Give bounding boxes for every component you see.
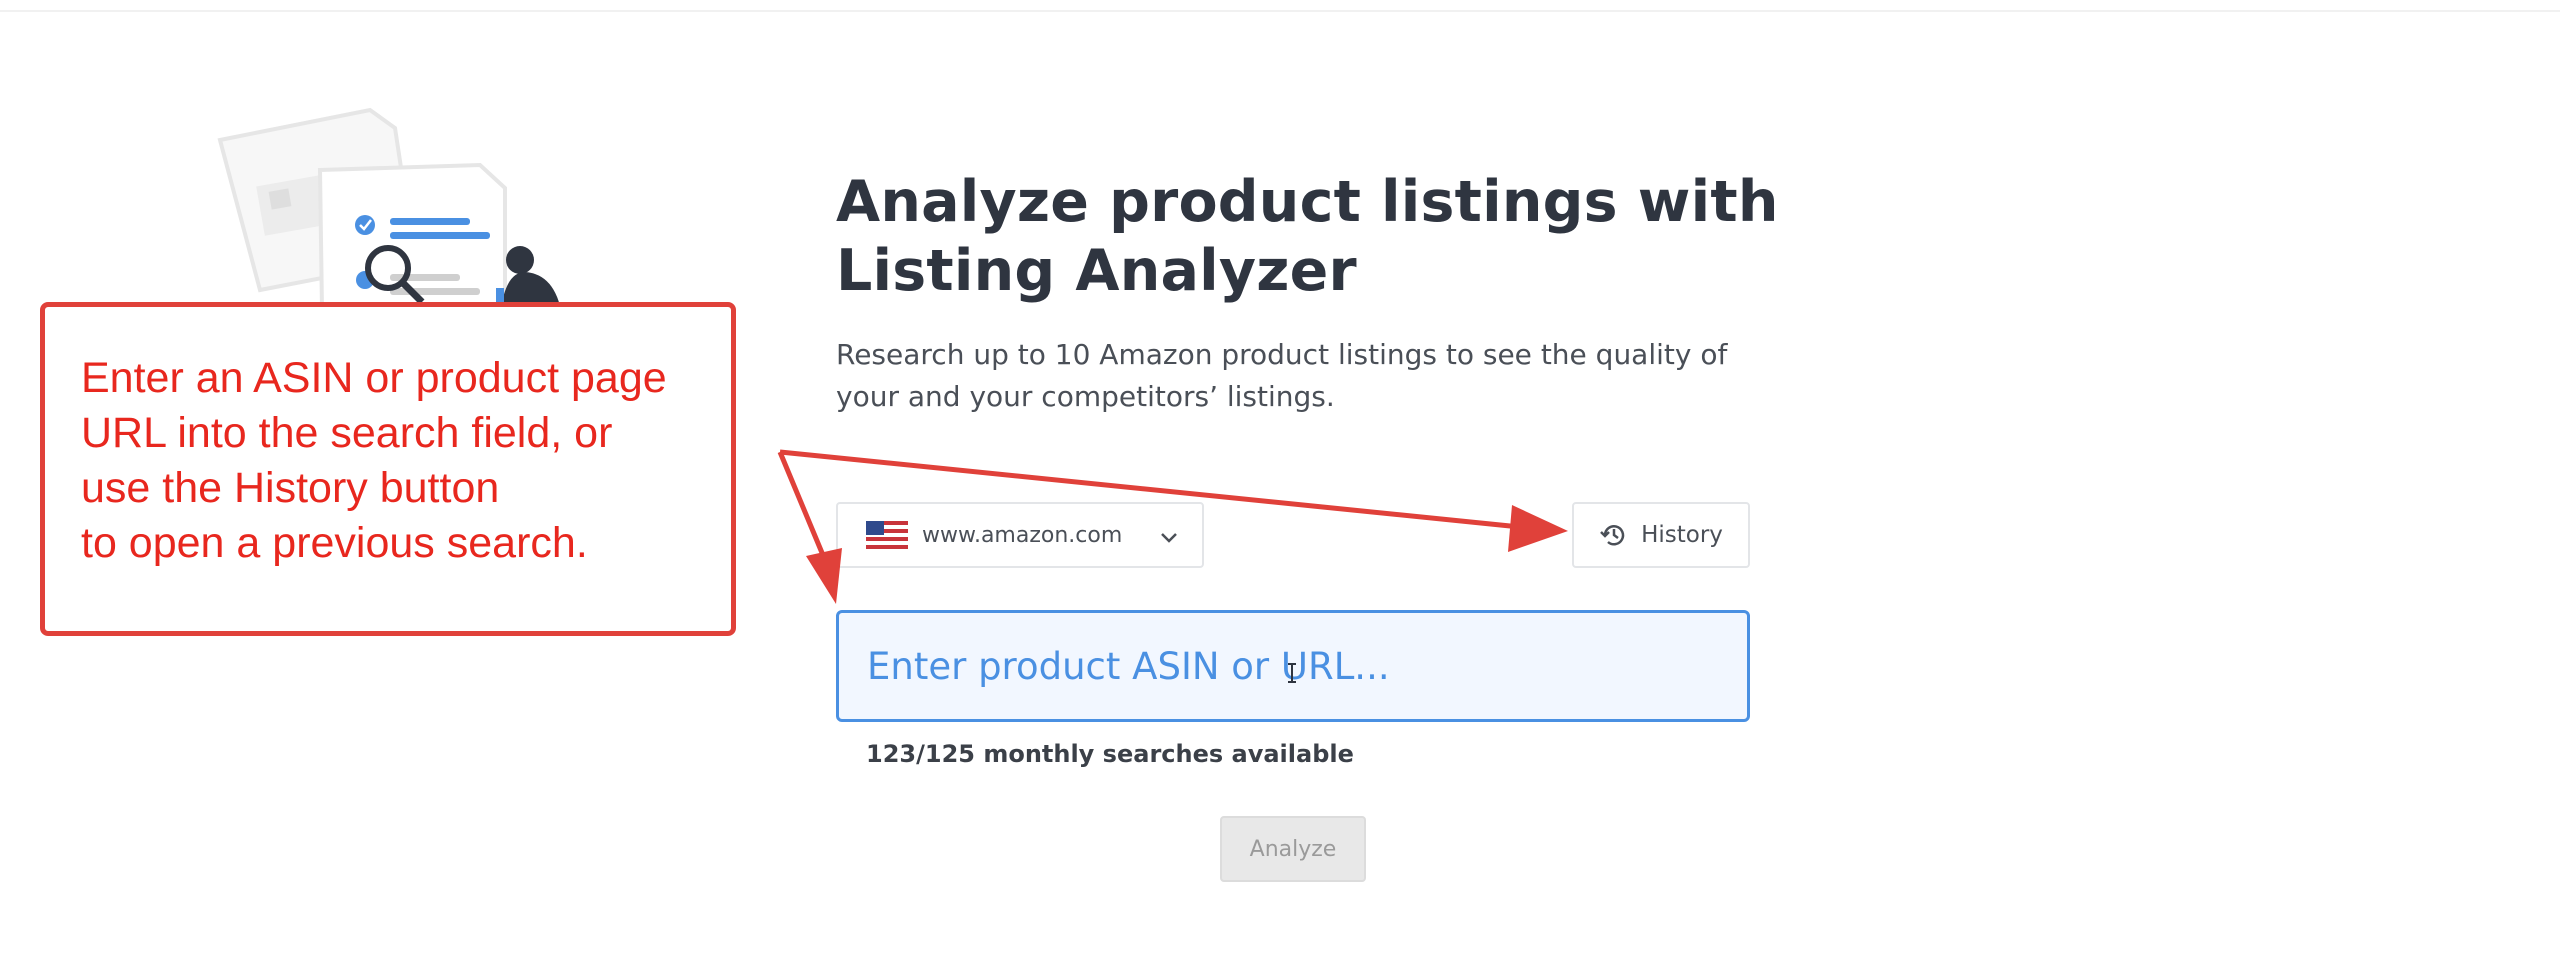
annotation-line-2: URL into the search field, or <box>81 409 613 457</box>
history-icon <box>1600 525 1625 546</box>
analyze-button[interactable]: Analyze <box>1220 816 1366 882</box>
top-divider <box>0 10 2560 12</box>
text-cursor-icon <box>1288 663 1296 683</box>
arrow-to-search <box>777 451 842 604</box>
listing-analyzer-page: Analyze product listings with Listing An… <box>0 0 2560 956</box>
marketplace-label: www.amazon.com <box>922 522 1123 548</box>
documents-illustration <box>217 107 562 316</box>
chevron-down-icon <box>1161 533 1177 543</box>
annotation-text: Enter an ASIN or product page URL into t… <box>81 351 721 571</box>
history-button[interactable]: History <box>1572 502 1750 568</box>
marketplace-dropdown[interactable]: www.amazon.com <box>836 502 1204 568</box>
annotation-line-4: to open a previous search. <box>81 519 588 567</box>
annotation-callout: Enter an ASIN or product page URL into t… <box>40 302 736 636</box>
page-subtitle: Research up to 10 Amazon product listing… <box>836 338 1728 413</box>
search-quota-text: 123/125 monthly searches available <box>866 740 1354 768</box>
page-title: Analyze product listings with Listing An… <box>836 169 1779 304</box>
annotation-line-3: use the History button <box>81 464 500 512</box>
annotation-line-1: Enter an ASIN or product page <box>81 354 667 402</box>
history-button-label: History <box>1641 522 1723 548</box>
us-flag-icon <box>866 521 908 549</box>
